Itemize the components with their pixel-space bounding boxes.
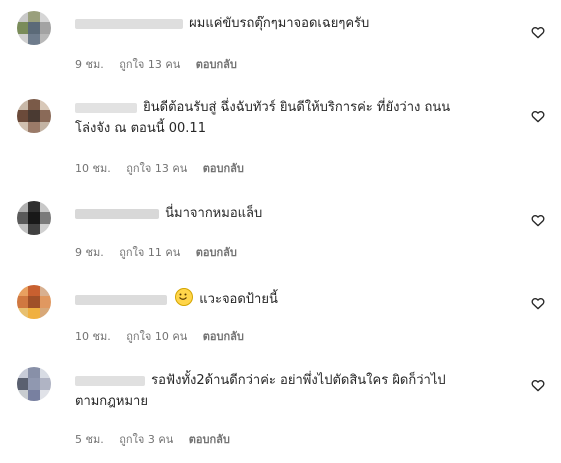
username[interactable]	[75, 294, 167, 305]
like-count[interactable]: ถูกใจ 11 คน	[119, 246, 180, 259]
like-count[interactable]: ถูกใจ 10 คน	[126, 330, 187, 343]
avatar-pixel	[28, 296, 40, 308]
avatar-pixel	[28, 110, 40, 122]
avatar-pixel	[39, 201, 51, 213]
comment-time[interactable]: 9 ชม.	[75, 246, 104, 259]
avatar-pixel	[17, 110, 29, 122]
avatar-pixel	[17, 201, 29, 213]
avatar-pixel	[17, 307, 29, 319]
avatar-pixel	[17, 223, 29, 235]
avatar-pixel	[17, 378, 29, 390]
reply-button[interactable]: ตอบกลับ	[203, 162, 244, 175]
avatar-pixel	[28, 389, 40, 401]
avatar-pixel	[39, 33, 51, 45]
avatar-pixel	[17, 285, 29, 297]
avatar-pixel	[28, 22, 40, 34]
comment-text: นี่มาจากหมอแล็บ	[165, 206, 263, 221]
comment-text-line: ผมแค่ขับรถตุ๊กๆมาจอดเฉยๆครับ	[75, 13, 515, 34]
comment-text-line-2: ตามกฎหมาย	[75, 394, 148, 409]
avatar-pixel	[39, 22, 51, 34]
like-count[interactable]: ถูกใจ 3 คน	[119, 433, 173, 446]
comment-meta: 10 ชม. ถูกใจ 10 คน ตอบกลับ	[75, 327, 256, 345]
reply-button[interactable]: ตอบกลับ	[203, 330, 244, 343]
avatar-pixel	[17, 121, 29, 133]
avatar-pixel	[17, 11, 29, 23]
comment-text: ผมแค่ขับรถตุ๊กๆมาจอดเฉยๆครับ	[189, 16, 370, 31]
avatar-pixel	[39, 285, 51, 297]
reply-button[interactable]: ตอบกลับ	[196, 58, 237, 71]
avatar[interactable]	[17, 285, 51, 319]
comment-time[interactable]: 9 ชม.	[75, 58, 104, 71]
heart-icon[interactable]	[530, 212, 546, 228]
avatar-pixel	[39, 110, 51, 122]
avatar-pixel	[39, 367, 51, 379]
reply-button[interactable]: ตอบกลับ	[196, 246, 237, 259]
avatar[interactable]	[17, 11, 51, 45]
smiling-face-emoji	[175, 288, 194, 306]
reply-button[interactable]: ตอบกลับ	[189, 433, 230, 446]
heart-icon[interactable]	[530, 108, 546, 124]
avatar-pixel	[28, 378, 40, 390]
avatar-pixel	[28, 99, 40, 111]
avatar-pixel	[39, 223, 51, 235]
avatar-pixel	[39, 296, 51, 308]
comment-text-line-2: โล่งจัง ณ ตอนนี้ 00.11	[75, 121, 206, 136]
comment-meta: 9 ชม. ถูกใจ 11 คน ตอบกลับ	[75, 243, 249, 261]
avatar-pixel	[28, 121, 40, 133]
avatar-pixel	[28, 307, 40, 319]
comment-text-line-1: รอฟังทั้ง2ด้านดีกว่าค่ะ อย่าพึ่งไปตัดสิน…	[151, 373, 446, 388]
comment-text-line-1: ยินดีต้อนรับสู่ ฉึ่งฉับทัวร์ ยินดีให้บริ…	[143, 100, 451, 115]
avatar-pixel	[28, 212, 40, 224]
comment-meta: 10 ชม. ถูกใจ 13 คน ตอบกลับ	[75, 159, 256, 177]
avatar-pixel	[28, 201, 40, 213]
comment-meta: 5 ชม. ถูกใจ 3 คน ตอบกลับ	[75, 430, 242, 448]
comment-text-line: นี่มาจากหมอแล็บ	[75, 203, 515, 224]
avatar-pixel	[39, 99, 51, 111]
heart-icon[interactable]	[530, 295, 546, 311]
avatar-pixel	[28, 33, 40, 45]
avatar-pixel	[17, 296, 29, 308]
avatar-pixel	[28, 11, 40, 23]
comment-time[interactable]: 5 ชม.	[75, 433, 104, 446]
avatar-pixel	[17, 367, 29, 379]
avatar-pixel	[28, 367, 40, 379]
comment-time[interactable]: 10 ชม.	[75, 162, 111, 175]
avatar-pixel	[39, 378, 51, 390]
username[interactable]	[75, 208, 159, 219]
avatar-pixel	[28, 223, 40, 235]
username[interactable]	[75, 18, 183, 29]
comment-meta: 9 ชม. ถูกใจ 13 คน ตอบกลับ	[75, 55, 249, 73]
avatar[interactable]	[17, 201, 51, 235]
comment-text-line: ยินดีต้อนรับสู่ ฉึ่งฉับทัวร์ ยินดีให้บริ…	[75, 97, 515, 118]
heart-icon[interactable]	[530, 24, 546, 40]
avatar[interactable]	[17, 367, 51, 401]
avatar[interactable]	[17, 99, 51, 133]
username[interactable]	[75, 102, 137, 113]
avatar-pixel	[39, 212, 51, 224]
avatar-pixel	[39, 121, 51, 133]
like-count[interactable]: ถูกใจ 13 คน	[126, 162, 187, 175]
avatar-pixel	[39, 307, 51, 319]
avatar-pixel	[17, 33, 29, 45]
avatar-pixel	[17, 389, 29, 401]
avatar-pixel	[17, 22, 29, 34]
avatar-pixel	[17, 212, 29, 224]
comment-text-line: รอฟังทั้ง2ด้านดีกว่าค่ะ อย่าพึ่งไปตัดสิน…	[75, 370, 515, 391]
avatar-pixel	[39, 389, 51, 401]
comment-time[interactable]: 10 ชม.	[75, 330, 111, 343]
comment-text: แวะจอดป้ายนี้	[199, 292, 278, 307]
avatar-pixel	[28, 285, 40, 297]
heart-icon[interactable]	[530, 377, 546, 393]
avatar-pixel	[17, 99, 29, 111]
like-count[interactable]: ถูกใจ 13 คน	[119, 58, 180, 71]
avatar-pixel	[39, 11, 51, 23]
username[interactable]	[75, 375, 145, 386]
comment-text-line: แวะจอดป้ายนี้	[75, 288, 515, 310]
